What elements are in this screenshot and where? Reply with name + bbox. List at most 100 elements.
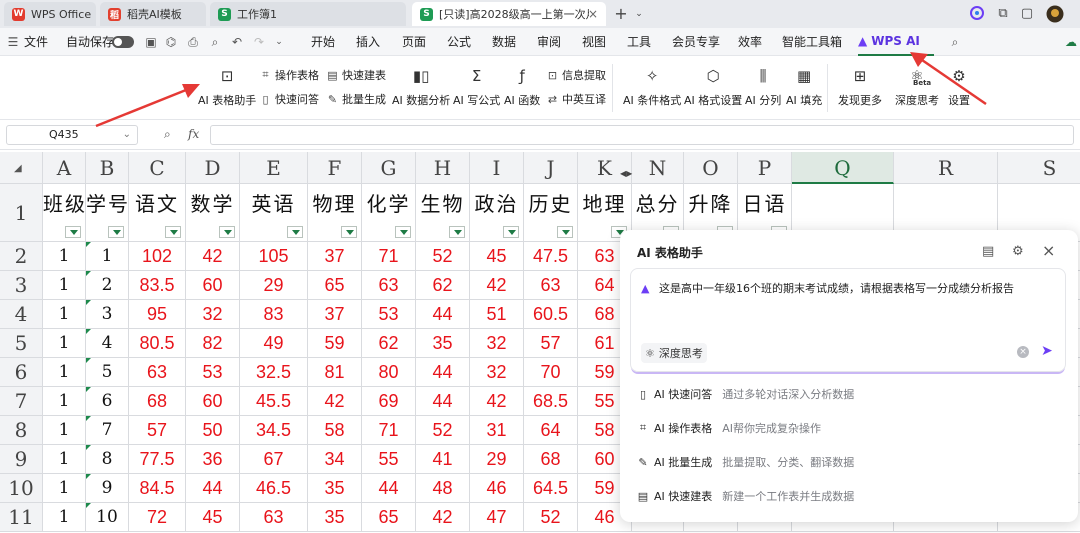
- data-cell[interactable]: 46: [470, 474, 524, 503]
- close-icon[interactable]: ×: [588, 7, 598, 21]
- row-header-7[interactable]: 7: [0, 387, 43, 416]
- column-header-f[interactable]: F: [308, 152, 362, 184]
- close-icon[interactable]: ×: [1042, 241, 1055, 260]
- row-header-2[interactable]: 2: [0, 242, 43, 271]
- filter-dropdown-icon[interactable]: [165, 226, 181, 238]
- data-cell[interactable]: 52: [524, 503, 578, 532]
- data-cell[interactable]: 64.5: [524, 474, 578, 503]
- menu-formula[interactable]: 公式: [447, 28, 471, 56]
- ai-fill-button[interactable]: ▦ AI 填充: [786, 66, 822, 108]
- data-cell[interactable]: 60: [186, 387, 240, 416]
- menu-smart-toolbox[interactable]: 智能工具箱: [782, 28, 842, 56]
- filter-dropdown-icon[interactable]: [287, 226, 303, 238]
- data-cell[interactable]: 44: [416, 387, 470, 416]
- filter-dropdown-icon[interactable]: [65, 226, 81, 238]
- header-cell[interactable]: 政治: [470, 184, 524, 242]
- data-cell[interactable]: 1: [43, 329, 86, 358]
- row-header-4[interactable]: 4: [0, 300, 43, 329]
- column-header-g[interactable]: G: [362, 152, 416, 184]
- chevron-down-icon[interactable]: ⌄: [123, 126, 131, 144]
- menu-page[interactable]: 页面: [402, 28, 426, 56]
- data-cell[interactable]: 105: [240, 242, 308, 271]
- row-header-9[interactable]: 9: [0, 445, 43, 474]
- data-cell[interactable]: 35: [308, 503, 362, 532]
- data-cell[interactable]: 44: [416, 358, 470, 387]
- data-cell[interactable]: 69: [362, 387, 416, 416]
- batch-gen-button[interactable]: ✎ 批量生成: [326, 91, 386, 107]
- avatar[interactable]: [1046, 5, 1064, 23]
- operate-table-button[interactable]: ⌗ 操作表格: [259, 67, 319, 83]
- data-cell[interactable]: 37: [308, 300, 362, 329]
- ai-table-assistant-button[interactable]: ⊡ AI 表格助手: [198, 66, 256, 108]
- hamburger-icon[interactable]: ☰: [6, 35, 20, 49]
- column-header-b[interactable]: B: [86, 152, 129, 184]
- data-cell[interactable]: 35: [416, 329, 470, 358]
- print-preview-icon[interactable]: ⌕: [208, 35, 222, 49]
- undo-icon[interactable]: ↶: [230, 35, 244, 49]
- data-cell[interactable]: 65: [362, 503, 416, 532]
- menu-data[interactable]: 数据: [492, 28, 516, 56]
- discover-more-button[interactable]: ⊞ 发现更多: [838, 66, 882, 108]
- data-cell[interactable]: 71: [362, 242, 416, 271]
- data-cell[interactable]: 1: [43, 387, 86, 416]
- deep-think-button[interactable]: ⚛ Beta 深度思考: [895, 66, 939, 108]
- send-icon[interactable]: ➤: [1041, 343, 1053, 359]
- data-cell[interactable]: 31: [470, 416, 524, 445]
- ai-split-button[interactable]: ⫼ AI 分列: [745, 66, 781, 108]
- data-cell[interactable]: 42: [470, 387, 524, 416]
- column-header-c[interactable]: C: [129, 152, 186, 184]
- data-cell[interactable]: 45: [470, 242, 524, 271]
- column-header-r[interactable]: R: [894, 152, 998, 184]
- data-cell[interactable]: 55: [362, 445, 416, 474]
- data-cell[interactable]: 58: [308, 416, 362, 445]
- data-cell[interactable]: 67: [240, 445, 308, 474]
- ai-cond-format-button[interactable]: ✧ AI 条件格式: [623, 66, 681, 108]
- row-header-8[interactable]: 8: [0, 416, 43, 445]
- data-cell[interactable]: 1: [43, 300, 86, 329]
- autosave-toggle[interactable]: [112, 36, 134, 48]
- data-cell[interactable]: 51: [470, 300, 524, 329]
- data-cell[interactable]: 1: [43, 242, 86, 271]
- data-cell[interactable]: 5: [86, 358, 129, 387]
- header-cell[interactable]: 英语: [240, 184, 308, 242]
- data-cell[interactable]: 1: [43, 474, 86, 503]
- data-cell[interactable]: 68: [524, 445, 578, 474]
- data-cell[interactable]: 72: [129, 503, 186, 532]
- menu-tools[interactable]: 工具: [627, 28, 651, 56]
- data-cell[interactable]: 63: [240, 503, 308, 532]
- ai-option-quick-build[interactable]: ▤ AI 快速建表 新建一个工作表并生成数据: [636, 486, 854, 506]
- window-restore-icon[interactable]: ⧉: [994, 5, 1012, 23]
- column-header-j[interactable]: J: [524, 152, 578, 184]
- data-cell[interactable]: 81: [308, 358, 362, 387]
- data-cell[interactable]: 65: [308, 271, 362, 300]
- data-cell[interactable]: 60: [186, 271, 240, 300]
- data-cell[interactable]: 82: [186, 329, 240, 358]
- data-cell[interactable]: 83.5: [129, 271, 186, 300]
- filter-dropdown-icon[interactable]: [503, 226, 519, 238]
- column-header-o[interactable]: O: [684, 152, 738, 184]
- column-header-i[interactable]: I: [470, 152, 524, 184]
- cloud-icon[interactable]: ☁: [1064, 35, 1078, 49]
- data-cell[interactable]: 49: [240, 329, 308, 358]
- row-header-5[interactable]: 5: [0, 329, 43, 358]
- data-cell[interactable]: 63: [362, 271, 416, 300]
- data-cell[interactable]: 1: [43, 445, 86, 474]
- data-cell[interactable]: 57: [524, 329, 578, 358]
- ai-data-analysis-button[interactable]: ▮▯ AI 数据分析: [392, 66, 450, 108]
- data-cell[interactable]: 84.5: [129, 474, 186, 503]
- row-header-10[interactable]: 10: [0, 474, 43, 503]
- redo-icon[interactable]: ↷: [252, 35, 266, 49]
- header-cell[interactable]: 数学: [186, 184, 240, 242]
- tab-wps-office[interactable]: W WPS Office: [4, 2, 96, 26]
- quick-build-button[interactable]: ▤ 快速建表: [326, 67, 386, 83]
- filter-dropdown-icon[interactable]: [395, 226, 411, 238]
- data-cell[interactable]: 44: [362, 474, 416, 503]
- print-icon[interactable]: ⎙: [186, 35, 200, 49]
- data-cell[interactable]: 77.5: [129, 445, 186, 474]
- data-cell[interactable]: 48: [416, 474, 470, 503]
- data-cell[interactable]: 7: [86, 416, 129, 445]
- data-cell[interactable]: 37: [308, 242, 362, 271]
- row-header-3[interactable]: 3: [0, 271, 43, 300]
- data-cell[interactable]: 63: [524, 271, 578, 300]
- data-cell[interactable]: 45: [186, 503, 240, 532]
